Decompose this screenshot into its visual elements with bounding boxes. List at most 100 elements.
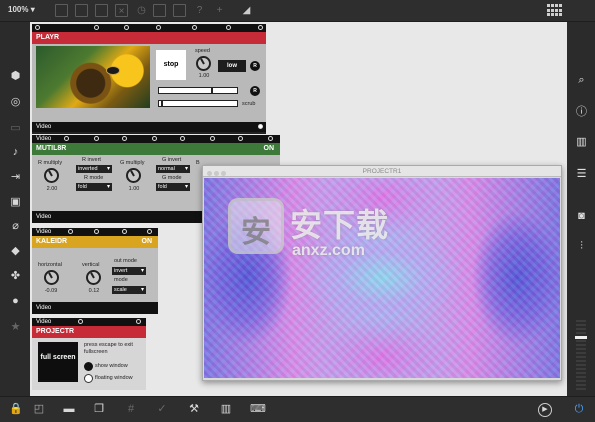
info-icon[interactable]: ⓘ — [575, 106, 588, 119]
inlet-port[interactable] — [35, 25, 40, 30]
stop-button[interactable]: stop — [156, 50, 186, 80]
inlet-port[interactable] — [238, 136, 243, 141]
target-icon[interactable]: ◎ — [9, 96, 22, 109]
share-icon[interactable]: ◢ — [240, 4, 253, 17]
inlet-port[interactable] — [122, 229, 127, 234]
close-dot[interactable] — [207, 171, 212, 176]
inlet-port[interactable] — [180, 136, 185, 141]
kaleidr-header: Video — [36, 229, 52, 235]
out-mode-menu[interactable]: invert — [112, 267, 146, 275]
close-box-icon[interactable]: × — [115, 4, 128, 17]
inlet-port[interactable] — [94, 136, 99, 141]
plug-icon[interactable]: ◆ — [9, 245, 22, 258]
grid-icon[interactable]: # — [124, 403, 138, 416]
lock-icon[interactable]: 🔒 — [9, 403, 23, 416]
inlet-port[interactable] — [192, 25, 197, 30]
r-mode-menu[interactable]: fold — [76, 183, 112, 191]
help-icon[interactable]: ? — [193, 4, 206, 17]
fullscreen-button[interactable]: full screen — [38, 342, 78, 382]
kaleidr-inlets: Video — [32, 228, 158, 236]
star-icon[interactable]: ★ — [9, 321, 22, 334]
inlet-port[interactable] — [68, 229, 73, 234]
speed-dial[interactable] — [196, 56, 211, 71]
inlet-port[interactable] — [124, 25, 129, 30]
outlet-port[interactable] — [258, 124, 263, 129]
camera-icon[interactable]: ◙ — [575, 210, 588, 223]
split-icon[interactable] — [173, 4, 186, 17]
bracket-icon[interactable]: ⇥ — [9, 171, 22, 184]
comment-icon[interactable]: ▬ — [62, 403, 76, 416]
slider-knob[interactable] — [575, 336, 587, 339]
piano-icon[interactable]: ▥ — [219, 403, 233, 416]
zoom-menu[interactable]: 100% ▾ — [8, 5, 35, 14]
zoom-dot[interactable] — [221, 171, 226, 176]
max-app-window: 100% ▾ × ◷ ? + ◢ ⬢ ◎ ▭ ♪ ⇥ ▣ ⌀ ◆ ✤ ● ★ ⌕… — [0, 0, 595, 422]
power-icon[interactable]: ⏻ — [572, 403, 586, 416]
inlet-port[interactable] — [156, 25, 161, 30]
inlet-port[interactable] — [152, 136, 157, 141]
panel-icon[interactable] — [153, 4, 166, 17]
inlet-port[interactable] — [258, 25, 263, 30]
wrench-icon[interactable]: ⚒ — [187, 403, 201, 416]
minimize-dot[interactable] — [214, 171, 219, 176]
window-titlebar[interactable]: PROJECTR1 — [203, 166, 561, 177]
inlet-port[interactable] — [210, 136, 215, 141]
inlet-port[interactable] — [226, 25, 231, 30]
image-icon[interactable]: ▣ — [9, 196, 22, 209]
mode-menu[interactable]: scale — [112, 286, 146, 294]
apps-grid-icon[interactable] — [547, 4, 562, 17]
keyboard-icon[interactable]: ⌨ — [250, 403, 266, 416]
inlet-port[interactable] — [122, 136, 127, 141]
horizontal-dial[interactable] — [44, 270, 59, 285]
columns-icon[interactable]: ▥ — [575, 136, 588, 149]
inlet-port[interactable] — [268, 136, 273, 141]
kaleidr-device: Video KALEIDR ON horizontal -0.09 vertic… — [32, 228, 158, 314]
paperclip-icon[interactable]: ⌀ — [9, 220, 22, 233]
copy-icon[interactable] — [95, 4, 108, 17]
r-button-2[interactable]: R — [250, 86, 260, 96]
low-button[interactable]: low — [218, 60, 246, 72]
g-mode-menu[interactable]: fold — [156, 183, 190, 191]
puzzle-icon[interactable]: ✤ — [9, 270, 22, 283]
speed-value: 1.00 — [198, 73, 210, 79]
mutil8r-state[interactable]: ON — [264, 143, 275, 155]
search-icon[interactable]: ⌕ — [575, 74, 588, 87]
r-multiply-dial[interactable] — [44, 168, 59, 183]
scrub-slider[interactable] — [158, 100, 238, 107]
r-button-1[interactable]: R — [250, 61, 260, 71]
output-gain-slider[interactable] — [575, 320, 587, 390]
kaleidr-state[interactable]: ON — [142, 236, 153, 248]
inlet-port[interactable] — [94, 25, 99, 30]
add-icon[interactable]: + — [213, 4, 226, 17]
cube-icon[interactable]: ⬢ — [9, 70, 22, 83]
show-window-radio[interactable] — [84, 362, 93, 371]
r-invert-menu[interactable]: inverted — [76, 165, 112, 173]
inlet-port[interactable] — [136, 319, 141, 324]
mutil8r-header: Video — [36, 136, 52, 142]
floating-window-radio[interactable] — [84, 374, 93, 383]
g-invert-menu[interactable]: normal — [156, 165, 190, 173]
inlet-port[interactable] — [78, 319, 83, 324]
clock-icon[interactable]: ◷ — [135, 4, 148, 17]
inlet-port[interactable] — [147, 229, 152, 234]
new-patcher-icon[interactable] — [55, 4, 68, 17]
vertical-value: 0.12 — [88, 288, 100, 294]
patcher-canvas[interactable]: PLAYR stop speed 1.00 low R R scrub Vide… — [30, 22, 567, 396]
vertical-dial[interactable] — [86, 270, 101, 285]
loop-slider[interactable] — [158, 87, 238, 94]
presentation-icon[interactable]: ◰ — [32, 403, 46, 416]
music-note-icon[interactable]: ♪ — [9, 146, 22, 159]
play-icon[interactable]: ▶ — [538, 403, 552, 417]
sliders-icon[interactable]: ⫶ — [575, 240, 588, 253]
list-icon[interactable]: ☰ — [575, 168, 588, 181]
info-circle-icon[interactable]: ● — [9, 295, 22, 308]
keyboard-icon[interactable]: ▭ — [9, 122, 22, 135]
show-window-label: show window — [95, 363, 128, 369]
g-multiply-dial[interactable] — [126, 168, 141, 183]
windows-icon[interactable]: ❐ — [92, 403, 106, 416]
inlet-port[interactable] — [94, 229, 99, 234]
inlet-port[interactable] — [64, 136, 69, 141]
r-multiply-label: R multiply — [38, 160, 63, 166]
debug-icon[interactable]: ✓ — [155, 403, 169, 416]
presentation-toggle-icon[interactable] — [75, 4, 88, 17]
